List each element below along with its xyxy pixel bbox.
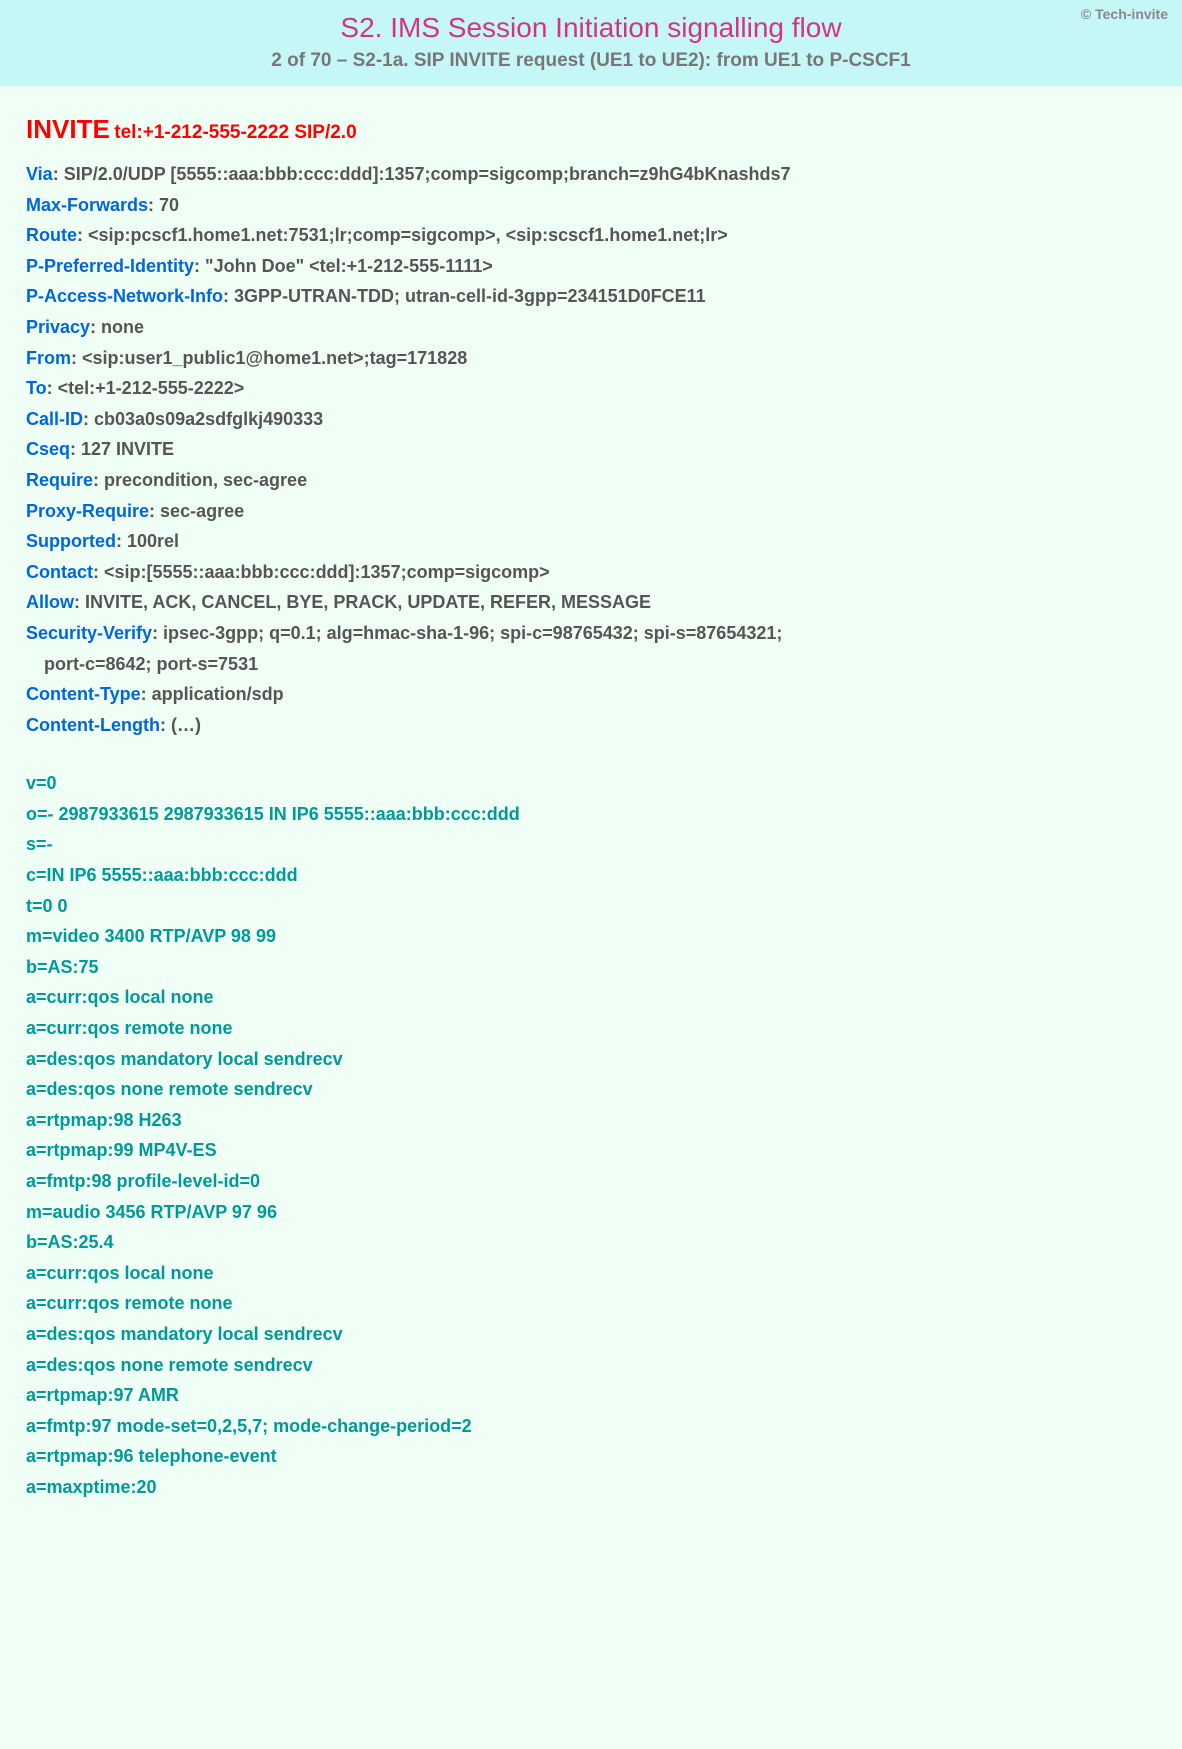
sip-header-value: : <sip:pcscf1.home1.net:7531;lr;comp=sig… — [77, 225, 728, 245]
sdp-line: a=fmtp:98 profile-level-id=0 — [26, 1166, 1156, 1197]
sip-header-name: Content-Type — [26, 684, 141, 704]
sip-request-uri: tel:+1-212-555-2222 SIP/2.0 — [114, 122, 356, 143]
sip-header-value: : ipsec-3gpp; q=0.1; alg=hmac-sha-1-96; … — [152, 623, 782, 643]
sdp-line: a=curr:qos local none — [26, 1258, 1156, 1289]
sdp-line: v=0 — [26, 768, 1156, 799]
sip-header-name: P-Access-Network-Info — [26, 286, 223, 306]
sip-header-value: : 100rel — [116, 531, 179, 551]
sip-header-line: From: <sip:user1_public1@home1.net>;tag=… — [26, 343, 1156, 374]
sip-header-name: Require — [26, 470, 93, 490]
sdp-line: m=audio 3456 RTP/AVP 97 96 — [26, 1197, 1156, 1228]
sip-header-value: : none — [90, 317, 144, 337]
sip-header-value: : INVITE, ACK, CANCEL, BYE, PRACK, UPDAT… — [74, 592, 651, 612]
sip-header-value: : 70 — [148, 195, 179, 215]
sdp-body-block: v=0o=- 2987933615 2987933615 IN IP6 5555… — [26, 768, 1156, 1502]
sip-header-line: To: <tel:+1-212-555-2222> — [26, 373, 1156, 404]
sip-headers-block: Via: SIP/2.0/UDP [5555::aaa:bbb:ccc:ddd]… — [26, 159, 1156, 740]
sip-header-value: : 127 INVITE — [70, 439, 174, 459]
sip-header-value: : "John Doe" <tel:+1-212-555-1111> — [194, 256, 493, 276]
sip-header-line: Route: <sip:pcscf1.home1.net:7531;lr;com… — [26, 220, 1156, 251]
sip-header-value: : application/sdp — [141, 684, 284, 704]
page-header: © Tech-invite S2. IMS Session Initiation… — [0, 0, 1182, 86]
sip-header-line: P-Access-Network-Info: 3GPP-UTRAN-TDD; u… — [26, 281, 1156, 312]
sdp-line: a=curr:qos remote none — [26, 1288, 1156, 1319]
sdp-line: a=des:qos none remote sendrecv — [26, 1350, 1156, 1381]
sip-header-value: : <tel:+1-212-555-2222> — [47, 378, 245, 398]
sip-header-value: : 3GPP-UTRAN-TDD; utran-cell-id-3gpp=234… — [223, 286, 706, 306]
sdp-line: t=0 0 — [26, 891, 1156, 922]
sdp-line: a=rtpmap:98 H263 — [26, 1105, 1156, 1136]
sip-header-name: Call-ID — [26, 409, 83, 429]
sdp-line: a=maxptime:20 — [26, 1472, 1156, 1503]
sip-header-line: Allow: INVITE, ACK, CANCEL, BYE, PRACK, … — [26, 587, 1156, 618]
sip-header-continuation: port-c=8642; port-s=7531 — [26, 649, 1156, 680]
sdp-line: a=rtpmap:96 telephone-event — [26, 1441, 1156, 1472]
sdp-line: a=curr:qos remote none — [26, 1013, 1156, 1044]
sdp-line: a=des:qos mandatory local sendrecv — [26, 1044, 1156, 1075]
sip-message-content: INVITE tel:+1-212-555-2222 SIP/2.0 Via: … — [0, 86, 1182, 1543]
sip-header-name: Security-Verify — [26, 623, 152, 643]
sip-header-name: Max-Forwards — [26, 195, 148, 215]
page-title: S2. IMS Session Initiation signalling fl… — [20, 12, 1162, 44]
sip-header-name: Proxy-Require — [26, 501, 149, 521]
sdp-line: s=- — [26, 829, 1156, 860]
sip-header-name: Content-Length — [26, 715, 160, 735]
sip-header-value: : <sip:[5555::aaa:bbb:ccc:ddd]:1357;comp… — [93, 562, 550, 582]
sip-header-line: Contact: <sip:[5555::aaa:bbb:ccc:ddd]:13… — [26, 557, 1156, 588]
sip-header-line: Privacy: none — [26, 312, 1156, 343]
sdp-line: a=fmtp:97 mode-set=0,2,5,7; mode-change-… — [26, 1411, 1156, 1442]
sdp-line: b=AS:75 — [26, 952, 1156, 983]
sip-header-line: Via: SIP/2.0/UDP [5555::aaa:bbb:ccc:ddd]… — [26, 159, 1156, 190]
sip-header-name: Route — [26, 225, 77, 245]
sdp-line: a=des:qos none remote sendrecv — [26, 1074, 1156, 1105]
sip-header-line: Supported: 100rel — [26, 526, 1156, 557]
copyright-text: © Tech-invite — [1081, 6, 1168, 22]
sip-header-value: : precondition, sec-agree — [93, 470, 307, 490]
sdp-line: a=rtpmap:97 AMR — [26, 1380, 1156, 1411]
sip-header-name: P-Preferred-Identity — [26, 256, 194, 276]
sip-header-name: To — [26, 378, 47, 398]
sip-header-line: Require: precondition, sec-agree — [26, 465, 1156, 496]
sip-header-name: Supported — [26, 531, 116, 551]
sip-header-line: Call-ID: cb03a0s09a2sdfglkj490333 — [26, 404, 1156, 435]
sip-header-line: Security-Verify: ipsec-3gpp; q=0.1; alg=… — [26, 618, 1156, 649]
sdp-line: a=curr:qos local none — [26, 982, 1156, 1013]
sip-header-line: Cseq: 127 INVITE — [26, 434, 1156, 465]
sdp-line: o=- 2987933615 2987933615 IN IP6 5555::a… — [26, 799, 1156, 830]
sip-method: INVITE — [26, 114, 110, 144]
sip-header-value: : sec-agree — [149, 501, 244, 521]
sip-header-name: Privacy — [26, 317, 90, 337]
sdp-line: m=video 3400 RTP/AVP 98 99 — [26, 921, 1156, 952]
sip-header-line: P-Preferred-Identity: "John Doe" <tel:+1… — [26, 251, 1156, 282]
sip-header-value: : SIP/2.0/UDP [5555::aaa:bbb:ccc:ddd]:13… — [53, 164, 791, 184]
sip-header-name: Contact — [26, 562, 93, 582]
page-subtitle: 2 of 70 – S2-1a. SIP INVITE request (UE1… — [20, 50, 1162, 72]
sip-request-line: INVITE tel:+1-212-555-2222 SIP/2.0 — [26, 114, 1156, 145]
sip-header-name: Allow — [26, 592, 74, 612]
sip-header-value: : <sip:user1_public1@home1.net>;tag=1718… — [71, 348, 467, 368]
sip-header-line: Max-Forwards: 70 — [26, 190, 1156, 221]
sip-header-line: Content-Type: application/sdp — [26, 679, 1156, 710]
sip-header-line: Proxy-Require: sec-agree — [26, 496, 1156, 527]
sdp-line: b=AS:25.4 — [26, 1227, 1156, 1258]
sip-header-name: Via — [26, 164, 53, 184]
sdp-line: c=IN IP6 5555::aaa:bbb:ccc:ddd — [26, 860, 1156, 891]
sip-header-name: Cseq — [26, 439, 70, 459]
sdp-line: a=des:qos mandatory local sendrecv — [26, 1319, 1156, 1350]
sip-header-line: Content-Length: (…) — [26, 710, 1156, 741]
sip-header-value: : (…) — [160, 715, 201, 735]
sip-header-value: : cb03a0s09a2sdfglkj490333 — [83, 409, 323, 429]
sip-header-name: From — [26, 348, 71, 368]
sdp-line: a=rtpmap:99 MP4V-ES — [26, 1135, 1156, 1166]
